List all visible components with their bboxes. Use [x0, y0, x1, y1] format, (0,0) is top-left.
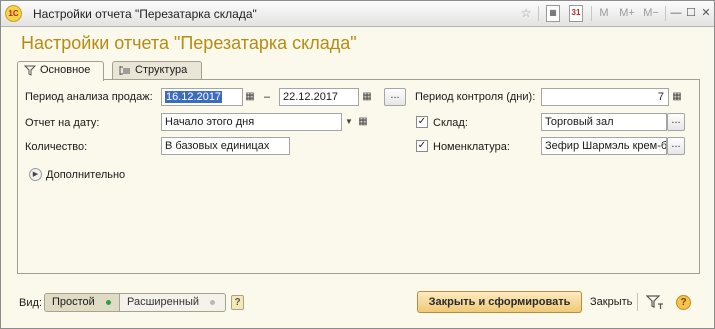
active-indicator-icon [106, 300, 111, 305]
period-dash: – [264, 91, 271, 103]
view-simple-button[interactable]: Простой [44, 293, 120, 312]
toolbar-divider [538, 6, 539, 21]
window-title: Настройки отчета "Перезатарка склада" [33, 7, 257, 21]
report-date-label: Отчет на дату: [25, 117, 100, 129]
nomenclature-checkbox[interactable]: ✓ [416, 140, 428, 152]
warehouse-label: Склад: [433, 117, 468, 129]
control-period-calc-icon[interactable]: ▦ [669, 88, 685, 106]
view-label: Вид: [19, 297, 42, 309]
report-date-select[interactable]: Начало этого дня [161, 113, 342, 131]
toolbar-divider [591, 6, 592, 21]
expand-arrow-icon[interactable]: ▶ [29, 168, 42, 181]
close-button[interactable]: Закрыть [590, 296, 632, 308]
tab-main-label: Основное [40, 64, 91, 76]
close-icon[interactable]: ✕ [700, 5, 712, 22]
page-title: Настройки отчета "Перезатарка склада" [21, 33, 357, 53]
inactive-indicator-icon [210, 300, 215, 305]
quantity-label: Количество: [25, 141, 88, 153]
view-extended-button[interactable]: Расширенный [119, 293, 226, 312]
filter-icon [23, 65, 37, 76]
quantity-field[interactable]: В базовых единицах [161, 137, 290, 155]
tab-structure[interactable]: Структура [112, 61, 202, 80]
period-label: Период анализа продаж: [25, 91, 153, 103]
period-from-field[interactable]: 16.12.2017 [161, 88, 243, 106]
period-to-calendar-icon[interactable]: ▦ [359, 88, 375, 106]
filter-settings-icon[interactable] [645, 294, 664, 310]
warehouse-field[interactable]: Торговый зал [541, 113, 667, 131]
footer-divider [637, 293, 638, 311]
report-date-calendar-icon[interactable]: ▦ [355, 113, 371, 131]
app-logo-icon[interactable]: 1C [5, 5, 22, 22]
maximize-icon[interactable]: ☐ [685, 5, 697, 22]
nomenclature-field[interactable]: Зефир Шармэль крем-брюле [541, 137, 667, 155]
structure-icon [119, 65, 131, 76]
view-help-icon[interactable]: ? [231, 295, 244, 310]
calculator-icon[interactable]: ▦ [546, 5, 560, 22]
settings-window: 1C Настройки отчета "Перезатарка склада"… [0, 0, 715, 329]
minimize-icon[interactable]: — [670, 5, 682, 22]
warehouse-checkbox[interactable]: ✓ [416, 116, 428, 128]
tab-main[interactable]: Основное [17, 61, 104, 81]
warehouse-select-button[interactable]: ... [667, 113, 685, 131]
calendar-icon[interactable]: 31 [569, 5, 583, 22]
nomenclature-label: Номенклатура: [433, 141, 510, 153]
memory-plus-button[interactable]: M+ [617, 5, 637, 22]
additional-group-toggle[interactable]: Дополнительно [46, 169, 125, 181]
toolbar-divider [665, 6, 666, 21]
close-and-generate-button[interactable]: Закрыть и сформировать [417, 291, 582, 313]
favorite-star-icon[interactable]: ☆ [518, 5, 534, 22]
period-from-calendar-icon[interactable]: ▦ [242, 88, 258, 106]
tab-structure-label: Структура [135, 64, 188, 76]
memory-m-button[interactable]: M [597, 5, 611, 22]
nomenclature-select-button[interactable]: ... [667, 137, 685, 155]
period-select-button[interactable]: ... [384, 88, 406, 106]
help-icon[interactable]: ? [676, 295, 691, 310]
control-period-field[interactable]: 7 [541, 88, 669, 106]
period-to-field[interactable]: 22.12.2017 [279, 88, 359, 106]
control-period-label: Период контроля (дни): [415, 91, 536, 103]
memory-minus-button[interactable]: M− [641, 5, 661, 22]
title-bar: 1C Настройки отчета "Перезатарка склада"… [1, 1, 714, 27]
